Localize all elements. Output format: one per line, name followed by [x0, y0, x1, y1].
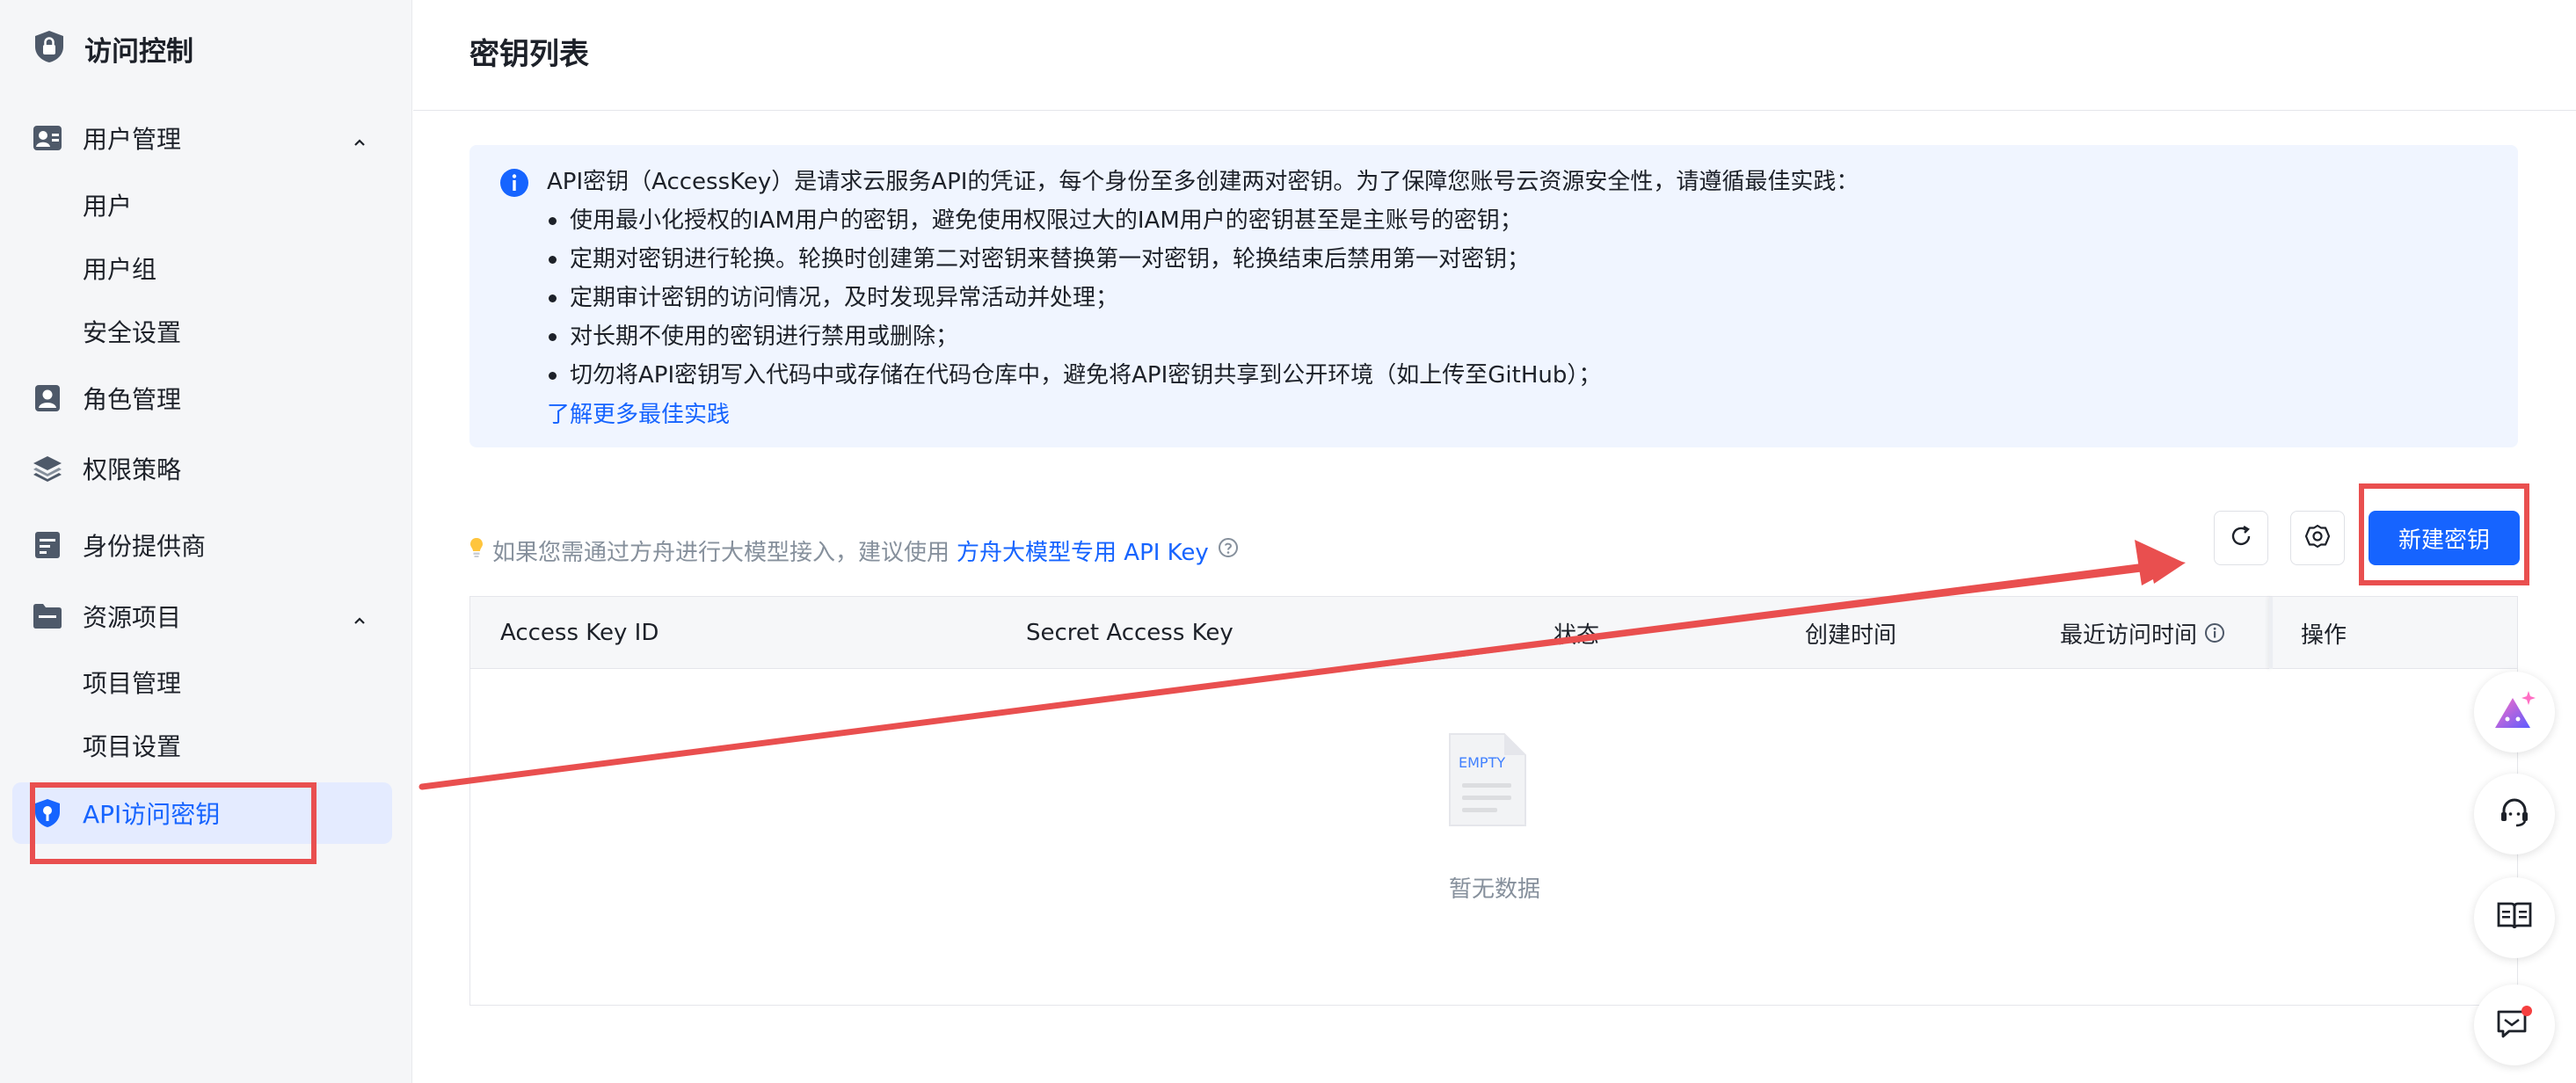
annotation-arrow: [418, 540, 2186, 790]
